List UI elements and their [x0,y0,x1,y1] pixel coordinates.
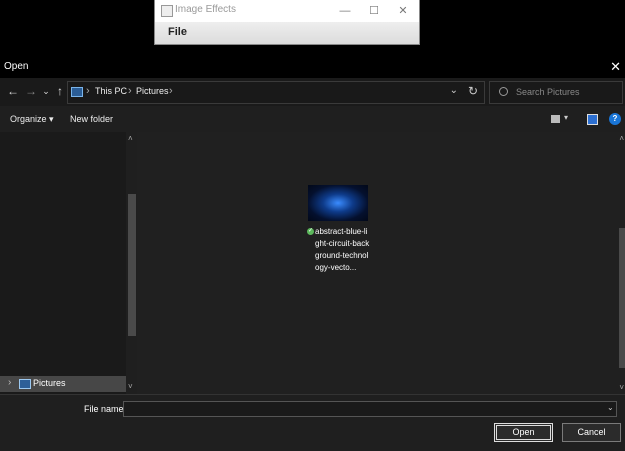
back-arrow-icon[interactable]: ← [5,83,21,99]
nav-scroll-up-icon[interactable]: ˄ [128,134,133,143]
new-folder-button[interactable]: New folder [70,114,113,124]
file-list: ✓ abstract-blue-light-circuit-background… [137,132,625,394]
menu-file[interactable]: File [168,26,187,38]
nav-scroll-thumb[interactable] [128,194,136,336]
breadcrumb-separator[interactable]: › [128,85,132,97]
navigation-pane: ˄ ˅ › Pictures [0,132,137,394]
dialog-titlebar: Open ✕ [0,56,625,78]
file-name-text: abstract-blue-light-circuit-background-t… [315,227,370,272]
refresh-icon[interactable]: ↻ [468,84,478,98]
breadcrumb-pictures[interactable]: Pictures [136,86,169,96]
breadcrumb-separator[interactable]: › [86,85,90,97]
file-name-dropdown-icon[interactable]: ⌄ [607,403,614,412]
address-bar[interactable]: › This PC › Pictures › ⌄ ↻ [67,81,485,104]
dialog-close-icon[interactable]: ✕ [610,59,621,75]
breadcrumb-separator[interactable]: › [169,85,173,97]
dialog-footer: File name: ⌄ Open Cancel [0,394,625,451]
this-pc-icon [71,87,83,97]
view-dropdown-icon[interactable]: ▾ [564,113,568,122]
file-name-label: File name: [84,404,127,414]
close-icon[interactable]: ✕ [391,2,415,20]
nav-item-label: Pictures [33,378,66,388]
pictures-folder-icon [19,379,31,389]
file-item[interactable]: ✓ abstract-blue-light-circuit-background… [307,185,370,280]
change-view-icon[interactable] [551,115,560,123]
image-thumbnail[interactable] [308,185,368,221]
search-placeholder: Search Pictures [516,87,580,97]
organize-button[interactable]: Organize ▾ [10,114,54,125]
bg-menubar: File [155,22,419,44]
breadcrumb-this-pc[interactable]: This PC [95,86,127,96]
up-arrow-icon[interactable]: ↑ [52,83,68,99]
forward-arrow-icon[interactable]: → [23,83,39,99]
content-scroll-thumb[interactable] [619,228,625,368]
expand-chevron-icon[interactable]: › [8,377,11,388]
address-dropdown-icon[interactable]: ⌄ [450,85,458,96]
navigation-bar: ← → ⌄ ↑ › This PC › Pictures › ⌄ ↻ Searc… [0,78,625,106]
cancel-button[interactable]: Cancel [562,423,621,442]
minimize-icon[interactable]: — [333,2,357,20]
app-icon [161,5,173,17]
search-box[interactable]: Search Pictures [489,81,623,104]
help-icon[interactable]: ? [609,113,621,125]
image-effects-window: Image Effects — ☐ ✕ File [154,0,420,45]
nav-item-pictures[interactable]: › Pictures [0,376,126,392]
bg-titlebar: Image Effects — ☐ ✕ [155,0,419,22]
content-scroll-down-icon[interactable]: ˅ [619,383,624,392]
file-name-input[interactable] [123,401,617,417]
open-button[interactable]: Open [494,423,553,442]
bg-window-title: Image Effects [175,4,236,15]
sync-status-icon: ✓ [307,228,314,235]
content-scroll-up-icon[interactable]: ˄ [619,134,624,143]
nav-scroll-down-icon[interactable]: ˅ [128,382,133,391]
open-dialog: Open ✕ ← → ⌄ ↑ › This PC › Pictures › ⌄ … [0,56,625,451]
maximize-icon[interactable]: ☐ [362,2,386,20]
search-icon [499,87,508,96]
preview-pane-icon[interactable] [587,114,598,125]
command-bar: Organize ▾ New folder ▾ ? [0,110,625,132]
dialog-title: Open [4,61,29,72]
